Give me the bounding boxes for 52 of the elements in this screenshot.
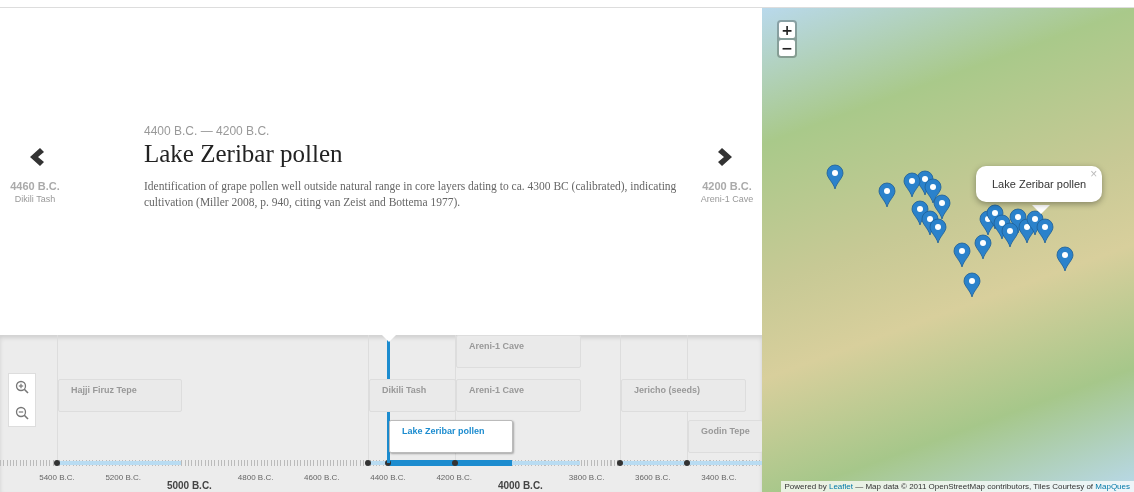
axis-label: 4000 B.C.	[496, 480, 544, 491]
map-pin-icon[interactable]	[974, 234, 992, 260]
nav-date: 4200 B.C.	[702, 180, 752, 192]
timeline-dot	[452, 460, 458, 466]
map-pin-icon[interactable]	[1001, 222, 1019, 248]
timeline-dot	[684, 460, 690, 466]
map-pin-icon[interactable]	[963, 272, 981, 298]
map-pin-icon[interactable]	[933, 194, 951, 220]
attribution-link[interactable]: Leaflet	[828, 482, 853, 491]
nav-date: 4460 B.C.	[10, 180, 60, 192]
map-pin-icon[interactable]	[929, 218, 947, 244]
timeline-event[interactable]: Areni-1 Cave	[456, 379, 581, 412]
axis-label: 3800 B.C.	[567, 473, 606, 482]
axis-label: 4200 B.C.	[435, 473, 473, 482]
axis-label: 5000 B.C.	[165, 480, 213, 491]
timeline-event[interactable]: Areni-1 Cave	[456, 335, 581, 368]
axis-label: 3400 B.C.	[700, 473, 738, 482]
map-pin-icon[interactable]	[826, 164, 844, 190]
timeline-event[interactable]: Lake Zeribar pollen	[389, 420, 513, 453]
axis-label: 5200 B.C.	[104, 473, 142, 482]
timeline-dot	[54, 460, 60, 466]
map-pin-icon[interactable]	[924, 178, 942, 204]
zoom-out-button[interactable]: −	[779, 40, 795, 56]
timeline-event[interactable]: Hajji Firuz Tepe	[58, 379, 182, 412]
timeline-dot	[365, 460, 371, 466]
map-pin-icon[interactable]	[903, 172, 921, 198]
axis-label: 3600 B.C.	[634, 473, 672, 482]
zoom-out-icon[interactable]	[15, 406, 29, 420]
pointer-notch	[382, 335, 396, 342]
axis-label: 4600 B.C.	[303, 473, 341, 482]
map-pin-icon[interactable]	[1036, 218, 1054, 244]
close-button[interactable]: ×	[1090, 167, 1098, 181]
popup-title: Lake Zeribar pollen	[992, 178, 1087, 190]
story-date-range: 4400 B.C. — 4200 B.C.	[144, 123, 271, 138]
story-description: Identification of grape pollen well outside natural range in core layers dating to ca. 4300 BC (calibrated), indicating cultivation (Miller 2008, p. 940, citing van Zeist and Bottema 1977).	[144, 178, 678, 210]
axis-label: 4800 B.C.	[236, 473, 275, 482]
nav-label: Areni-1 Cave	[700, 194, 754, 204]
map-pin-icon[interactable]	[953, 242, 971, 268]
attribution-link[interactable]: MapQues	[1095, 482, 1130, 491]
zoom-in-button[interactable]: +	[779, 22, 795, 38]
nav-label: Dikili Tash	[14, 194, 56, 204]
map-attribution: Powered by Leaflet — Map data © 2011 OpenStreetMap contributors, Tiles Courtesy of MapQues	[780, 481, 1134, 492]
map-pin-icon[interactable]	[878, 182, 896, 208]
timeline-event[interactable]: Dikili Tash	[369, 379, 456, 412]
axis-label: 5400 B.C.	[38, 473, 76, 482]
map-pin-icon[interactable]	[1056, 246, 1074, 272]
timeline-event[interactable]: Jericho (seeds)	[621, 379, 746, 412]
story-title: Lake Zeribar pollen	[144, 139, 344, 168]
timeline-event[interactable]: Godin Tepe	[688, 420, 763, 453]
zoom-in-icon[interactable]	[15, 380, 29, 394]
timeline-dot	[617, 460, 623, 466]
axis-label: 4400 B.C.	[369, 473, 407, 482]
